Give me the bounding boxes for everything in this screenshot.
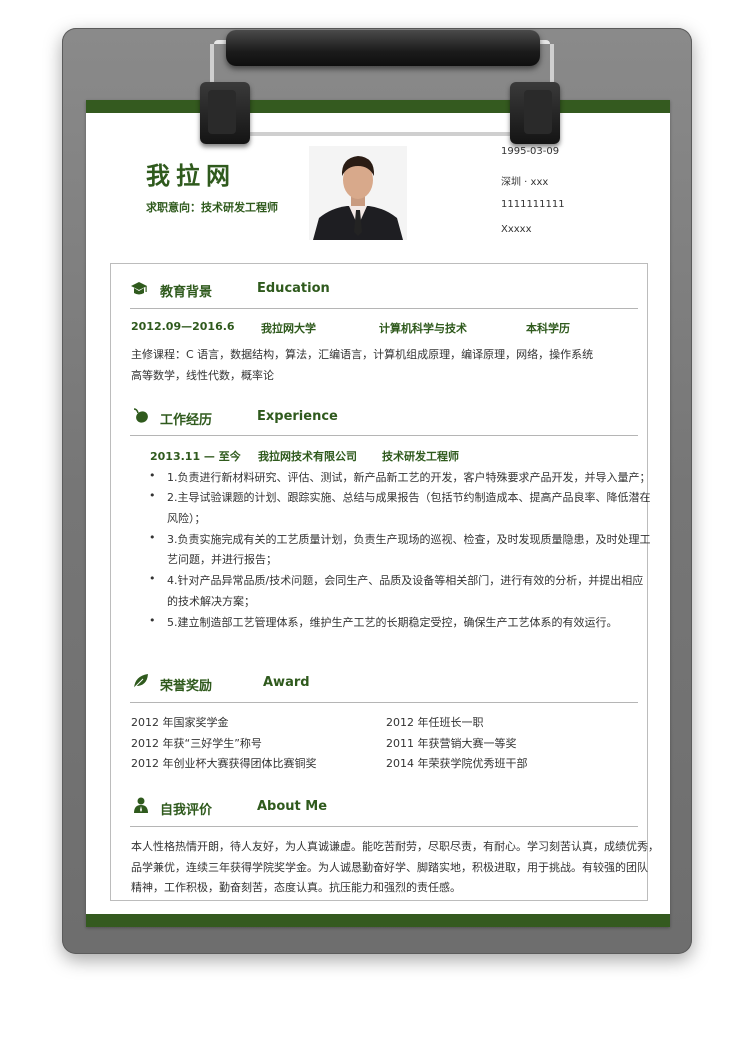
exp-line: 1.负责进行新材料研究、评估、测试，新产品新工艺的开发，客户特殊要求产品开发，并… xyxy=(167,471,651,484)
section-divider xyxy=(130,308,638,309)
section-title-about: 自我评价 xyxy=(160,803,213,818)
section-divider xyxy=(130,702,638,703)
graduation-cap-icon xyxy=(131,282,147,295)
section-divider xyxy=(130,826,638,827)
person-icon xyxy=(134,797,148,813)
exp-company: 我拉网技术有限公司 xyxy=(258,450,357,463)
exp-line: 4.针对产品异常品质/技术问题，会同生产、品质及设备等相关部门，进行有效的分析，… xyxy=(167,574,644,587)
edu-courses-cont: 高等数学，线性代数，概率论 xyxy=(131,369,274,382)
about-text: 本人性格热情开朗，待人友好，为人真诚谦虚。能吃苦耐劳，尽职尽责，有耐心。学习刻苦… xyxy=(131,840,659,853)
about-text: 品学兼优，连续三年获得学院奖学金。为人诚恳勤奋好学、脚踏实地，积极进取，用于挑战… xyxy=(131,861,648,874)
exp-period: 2013.11 — 至今 xyxy=(150,450,241,463)
exp-line: 的技术解决方案； xyxy=(167,595,255,608)
exp-line: 艺问题，并进行报告； xyxy=(167,553,277,566)
section-title-award-en: Award xyxy=(263,675,310,690)
section-title-about-en: About Me xyxy=(257,799,328,814)
edu-major: 计算机科学与技术 xyxy=(379,322,467,335)
mouse-icon xyxy=(133,408,148,423)
award-item: 2011 年获营销大赛一等奖 xyxy=(386,737,517,750)
exp-line: 3.负责实施完成有关的工艺质量计划，负责生产现场的巡视、检查，及时发现质量隐患，… xyxy=(167,533,651,546)
bullet-dot: • xyxy=(149,489,156,502)
section-title-award: 荣誉奖励 xyxy=(160,679,213,694)
contact-email: Xxxxx xyxy=(501,224,532,235)
exp-role: 技术研发工程师 xyxy=(382,450,459,463)
bullet-dot: • xyxy=(149,469,156,482)
bottom-accent-bar xyxy=(86,914,670,927)
bullet-dot: • xyxy=(149,531,156,544)
section-title-education-en: Education xyxy=(257,281,330,296)
contact-birth: 1995-03-09 xyxy=(501,146,560,157)
edu-period: 2012.09—2016.6 xyxy=(131,320,235,333)
award-item: 2012 年创业杯大赛获得团体比赛铜奖 xyxy=(131,757,317,770)
exp-line: 2.主导试验课题的计划、跟踪实施、总结与成果报告（包括节约制造成本、提高产品良率… xyxy=(167,491,651,504)
contact-phone: 1111111111 xyxy=(501,199,565,210)
award-item: 2012 年获“三好学生”称号 xyxy=(131,737,262,750)
clip-foot-left xyxy=(200,82,250,144)
award-item: 2012 年国家奖学金 xyxy=(131,716,229,729)
clip-foot-right xyxy=(510,82,560,144)
bullet-dot: • xyxy=(149,614,156,627)
about-text: 精神，工作积极，勤奋刻苦，态度认真。抗压能力和强烈的责任感。 xyxy=(131,881,461,894)
edu-courses: 主修课程：C 语言，数据结构，算法，汇编语言，计算机组成原理，编译原理，网络，操… xyxy=(131,348,594,361)
section-divider xyxy=(130,435,638,436)
leaf-icon xyxy=(133,674,148,689)
person-portrait-icon xyxy=(309,146,407,240)
award-item: 2014 年荣获学院优秀班干部 xyxy=(386,757,528,770)
profile-photo xyxy=(309,146,407,240)
edu-school: 我拉网大学 xyxy=(261,322,316,335)
edu-degree: 本科学历 xyxy=(526,322,570,335)
section-title-experience: 工作经历 xyxy=(160,413,213,428)
bullet-dot: • xyxy=(149,572,156,585)
resume-name: 我拉网 xyxy=(146,162,236,190)
job-intent: 求职意向：技术研发工程师 xyxy=(146,201,278,214)
clip-handle xyxy=(226,30,540,66)
exp-line: 风险）； xyxy=(167,512,206,525)
section-title-experience-en: Experience xyxy=(257,409,338,424)
section-title-education: 教育背景 xyxy=(160,285,213,300)
award-item: 2012 年任班长一职 xyxy=(386,716,484,729)
contact-city: 深圳 · xxx xyxy=(501,177,549,188)
exp-line: 5.建立制造部工艺管理体系，维护生产工艺的长期稳定受控，确保生产工艺体系的有效运… xyxy=(167,616,618,629)
